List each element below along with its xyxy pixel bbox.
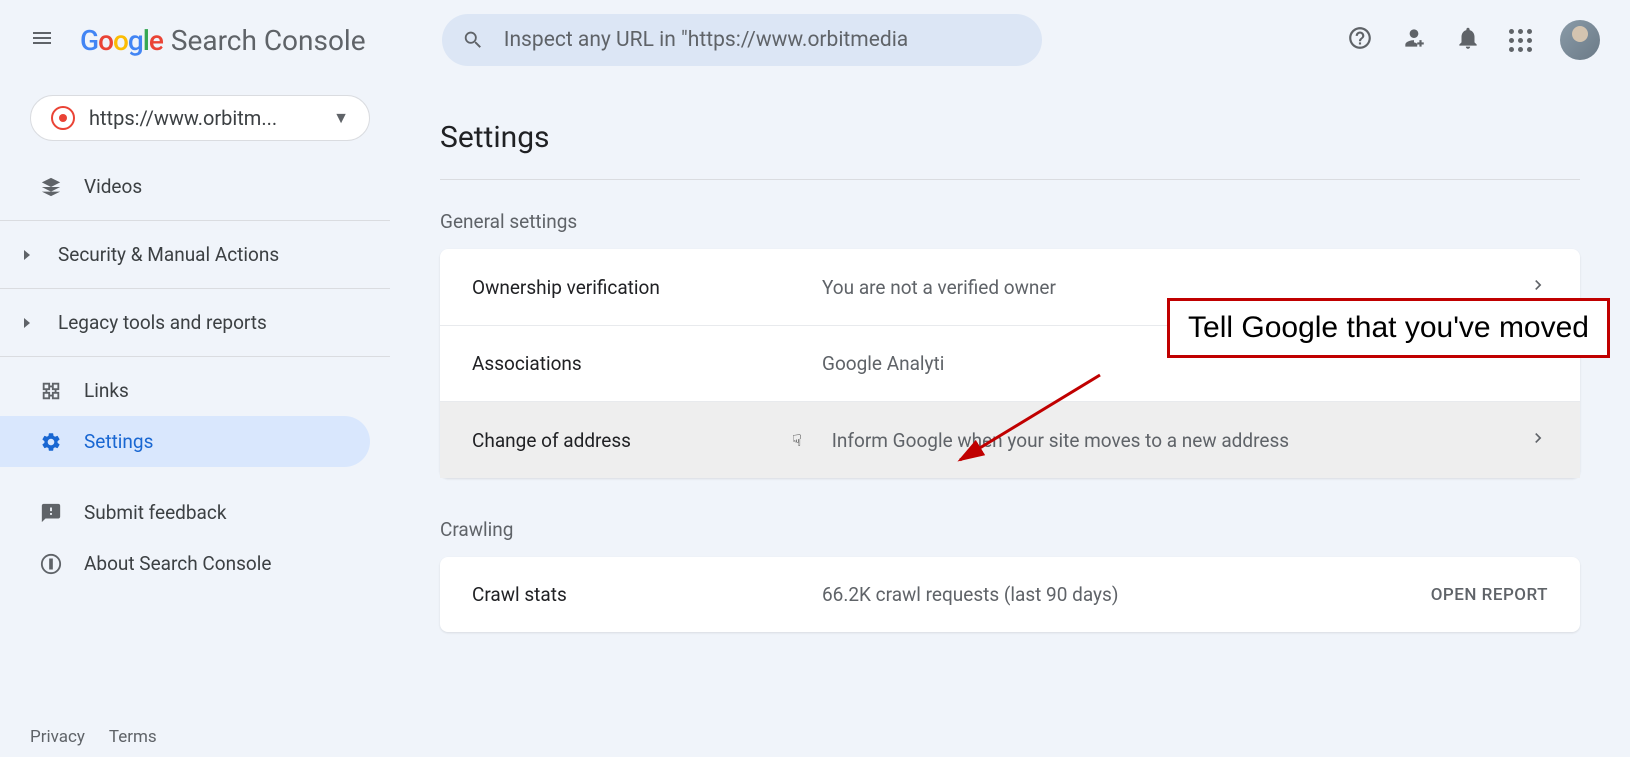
gear-icon [40, 431, 62, 453]
search-icon [462, 28, 484, 52]
sidebar-item-about[interactable]: About Search Console [0, 538, 390, 589]
product-name: Search Console [171, 24, 366, 57]
header-actions [1347, 20, 1600, 60]
sidebar-label: Submit feedback [84, 501, 226, 524]
sidebar-item-links[interactable]: Links [0, 365, 390, 416]
row-label: Crawl stats [472, 583, 822, 606]
sidebar-item-videos[interactable]: Videos [0, 161, 390, 212]
notifications-icon[interactable] [1455, 25, 1481, 55]
chevron-right-icon [1528, 428, 1548, 452]
divider [0, 288, 390, 289]
help-icon[interactable] [1347, 25, 1373, 55]
sidebar-label: Settings [84, 430, 153, 453]
section-label-crawling: Crawling [440, 518, 1580, 541]
links-icon [40, 380, 62, 402]
row-value: 66.2K crawl requests (last 90 days) [822, 583, 1431, 606]
search-input[interactable] [504, 28, 1022, 52]
section-label-general: General settings [440, 210, 1580, 233]
main-content: Settings General settings Ownership veri… [390, 80, 1630, 757]
sidebar-label: Security & Manual Actions [58, 243, 279, 266]
property-selector[interactable]: https://www.orbitm... ▼ [30, 95, 370, 141]
dropdown-icon: ▼ [333, 108, 349, 128]
logo[interactable]: Google Search Console [80, 24, 366, 57]
sidebar-footer: Privacy Terms [30, 727, 157, 747]
sidebar-item-security[interactable]: Security & Manual Actions [0, 229, 390, 280]
cursor-icon: ☟ [792, 431, 802, 450]
divider [0, 356, 390, 357]
row-label: Ownership verification [472, 276, 822, 299]
expand-icon [24, 318, 30, 328]
terms-link[interactable]: Terms [109, 727, 157, 747]
row-value: Inform Google when your site moves to a … [832, 429, 1528, 452]
sidebar-label: Videos [84, 175, 142, 198]
sidebar-label: Links [84, 379, 129, 402]
crawling-card: Crawl stats 66.2K crawl requests (last 9… [440, 557, 1580, 632]
property-favicon-icon [51, 106, 75, 130]
expand-icon [24, 250, 30, 260]
row-label: Change of address [472, 429, 822, 452]
sidebar-label: About Search Console [84, 552, 271, 575]
chevron-right-icon [1528, 275, 1548, 299]
general-settings-card: Ownership verification You are not a ver… [440, 249, 1580, 478]
page-title: Settings [440, 120, 1580, 180]
sidebar-item-legacy[interactable]: Legacy tools and reports [0, 297, 390, 348]
privacy-link[interactable]: Privacy [30, 727, 85, 747]
property-url: https://www.orbitm... [89, 106, 319, 130]
row-value: You are not a verified owner [822, 276, 1528, 299]
avatar[interactable] [1560, 20, 1600, 60]
annotation-callout: Tell Google that you've moved [1167, 298, 1610, 358]
divider [0, 220, 390, 221]
row-crawl-stats[interactable]: Crawl stats 66.2K crawl requests (last 9… [440, 557, 1580, 632]
users-icon[interactable] [1401, 25, 1427, 55]
row-change-address[interactable]: Change of address ☟ Inform Google when y… [440, 402, 1580, 478]
open-report-button[interactable]: OPEN REPORT [1431, 585, 1548, 605]
row-label: Associations [472, 352, 822, 375]
sidebar: https://www.orbitm... ▼ Videos Security … [0, 80, 390, 757]
sidebar-item-settings[interactable]: Settings [0, 416, 370, 467]
feedback-icon [40, 502, 62, 524]
header: Google Search Console [0, 0, 1630, 80]
info-icon [40, 553, 62, 575]
sidebar-label: Legacy tools and reports [58, 311, 267, 334]
google-logo: Google [80, 24, 163, 57]
videos-icon [40, 176, 62, 198]
search-bar[interactable] [442, 14, 1042, 66]
apps-icon[interactable] [1509, 29, 1532, 52]
sidebar-item-feedback[interactable]: Submit feedback [0, 487, 390, 538]
menu-icon[interactable] [20, 16, 64, 64]
